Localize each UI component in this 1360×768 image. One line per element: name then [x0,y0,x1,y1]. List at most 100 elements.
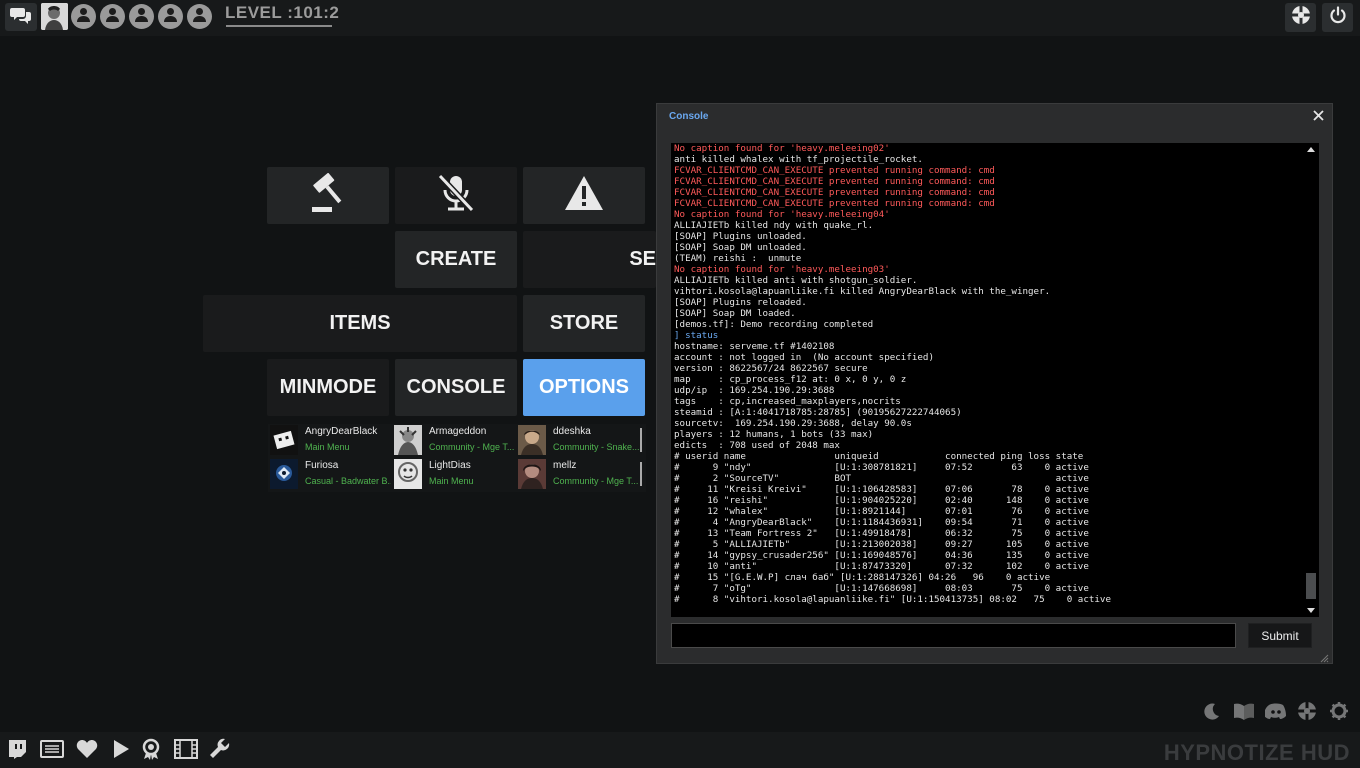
training-button[interactable] [109,739,133,762]
console-line: No caption found for 'heavy.meleeing03' [674,264,890,275]
friend-item[interactable]: AngryDearBlack Main Menu [268,424,391,456]
server-browser-button[interactable] [40,739,64,763]
console-line: [SOAP] Plugins unloaded. [674,231,807,242]
user-placeholder-icon [104,6,121,28]
scroll-down-arrow-icon[interactable] [1307,608,1315,613]
store-button[interactable]: STORE [523,295,645,352]
friend-item[interactable]: ddeshka Community - Snake... [516,424,639,456]
console-line: # 16 "reishi" [U:1:904025220] 02:40 148 … [674,495,1089,506]
console-line: udp/ip : 169.254.190.29:3688 [674,385,835,396]
friend-item[interactable]: Armageddon Community - Mge T... [392,424,515,456]
friend-status: Community - Mge T... [429,442,515,452]
friend-name: AngryDearBlack [305,426,378,437]
submit-button[interactable]: Submit [1248,623,1312,648]
night-mode-button[interactable] [1199,702,1223,724]
tf2-logo-icon [1297,701,1317,726]
items-button[interactable]: ITEMS [203,295,517,352]
level-progress-bar [226,25,332,27]
console-line: ] status [674,330,719,341]
quit-button[interactable] [1322,3,1353,32]
bottom-bar [0,732,1360,768]
minmode-button[interactable]: MINMODE [267,359,389,416]
console-line: version : 8622567/24 8622567 secure [674,363,868,374]
player-avatar[interactable] [41,3,68,30]
scrollbar-thumb[interactable] [1306,573,1316,599]
twitch-icon [7,739,27,764]
console-line: map : cp_process_f12 at: 0 x, 0 y, 0 z [674,374,907,385]
scrollbar[interactable] [1303,143,1319,617]
console-line: [SOAP] Plugins reloaded. [674,297,807,308]
chat-bubbles-icon [10,6,32,29]
friend-name: Armageddon [429,426,487,437]
console-line: # 13 "Team Fortress 2" [U:1:49918478] 06… [674,528,1089,539]
settings-button[interactable] [208,738,232,762]
console-line: steamid : [A:1:4041718785:28785] (901956… [674,407,962,418]
microphone-muted-icon [434,172,478,220]
friend-item[interactable]: LightDias Main Menu [392,458,515,490]
divider [640,462,642,486]
console-line: edicts : 708 used of 2048 max [674,440,840,451]
console-button[interactable]: CONSOLE [395,359,517,416]
console-line: # 14 "gypsy_crusader256" [U:1:169048576]… [674,550,1089,561]
party-slot[interactable] [129,4,154,29]
console-line: anti killed whalex with tf_projectile_ro… [674,154,923,165]
user-placeholder-icon [75,6,92,28]
friend-item[interactable]: mellz Community - Mge T... [516,458,639,490]
moon-icon [1201,701,1221,726]
console-line: # 12 "whalex" [U:1:8921144] 07:01 76 0 a… [674,506,1089,517]
console-line: FCVAR_CLIENTCMD_CAN_EXECUTE prevented ru… [674,176,995,187]
console-line: sourcetv: 169.254.190.29:3688, delay 90.… [674,418,912,429]
player-level: LEVEL :101:2 [225,3,340,22]
console-output[interactable]: No caption found for 'heavy.meleeing02' a… [671,143,1319,617]
tf2-button[interactable] [1295,701,1319,726]
chat-button[interactable] [5,3,37,31]
console-line: # 15 "[G.E.W.P] слач баб" [U:1:288147326… [674,572,1051,583]
manual-button[interactable] [1232,702,1256,724]
server-icon [40,739,64,763]
friend-status: Main Menu [305,442,350,452]
console-line: FCVAR_CLIENTCMD_CAN_EXECUTE prevented ru… [674,165,995,176]
close-button[interactable] [1311,110,1325,124]
discord-button[interactable] [1264,702,1288,724]
mute-players-button[interactable] [395,167,517,224]
report-bug-button[interactable] [523,167,645,224]
party-slot[interactable] [100,4,125,29]
options-button[interactable]: OPTIONS [523,359,645,416]
achievements-button[interactable] [1285,3,1316,32]
console-line: No caption found for 'heavy.meleeing04' [674,209,890,220]
friend-status: Community - Mge T... [553,476,639,486]
friend-status: Main Menu [429,476,474,486]
party-slot[interactable] [158,4,183,29]
console-line: tags : cp,increased_maxplayers,nocrits [674,396,901,407]
heart-icon [76,739,98,764]
find-server-button[interactable]: SE [523,231,656,288]
friend-name: ddeshka [553,426,591,437]
item-test-button[interactable] [1327,701,1351,726]
tf2-logo-icon [1291,5,1311,30]
resize-grip-icon[interactable] [1319,650,1329,663]
gear-icon [1329,701,1349,726]
achievements-button[interactable] [139,738,163,765]
console-line: [demos.tf]: Demo recording completed [674,319,874,330]
replay-button[interactable] [174,738,198,762]
console-line: No caption found for 'heavy.meleeing02' [674,143,890,154]
report-player-button[interactable] [267,167,389,224]
console-line: players : 12 humans, 1 bots (33 max) [674,429,874,440]
medal-icon [141,738,161,765]
favorites-button[interactable] [75,739,99,764]
friend-name: mellz [553,460,577,471]
create-server-button[interactable]: CREATE [395,231,517,288]
console-line: # userid name uniqueid connected ping lo… [674,451,1084,462]
twitch-button[interactable] [5,739,29,764]
console-line: FCVAR_CLIENTCMD_CAN_EXECUTE prevented ru… [674,187,995,198]
party-slot[interactable] [187,4,212,29]
console-line: # 7 "oTg" [U:1:147668698] 08:03 75 0 act… [674,583,1089,594]
friend-item[interactable]: Furiosa Casual - Badwater B... [268,458,391,490]
console-line: # 9 "ndy" [U:1:308781821] 07:52 63 0 act… [674,462,1089,473]
friend-avatar [518,425,546,455]
party-slot[interactable] [71,4,96,29]
console-line: (TEAM) reishi : unmute [674,253,802,264]
scroll-up-arrow-icon[interactable] [1307,147,1315,152]
console-command-input[interactable] [671,623,1236,648]
warning-icon [563,174,605,218]
